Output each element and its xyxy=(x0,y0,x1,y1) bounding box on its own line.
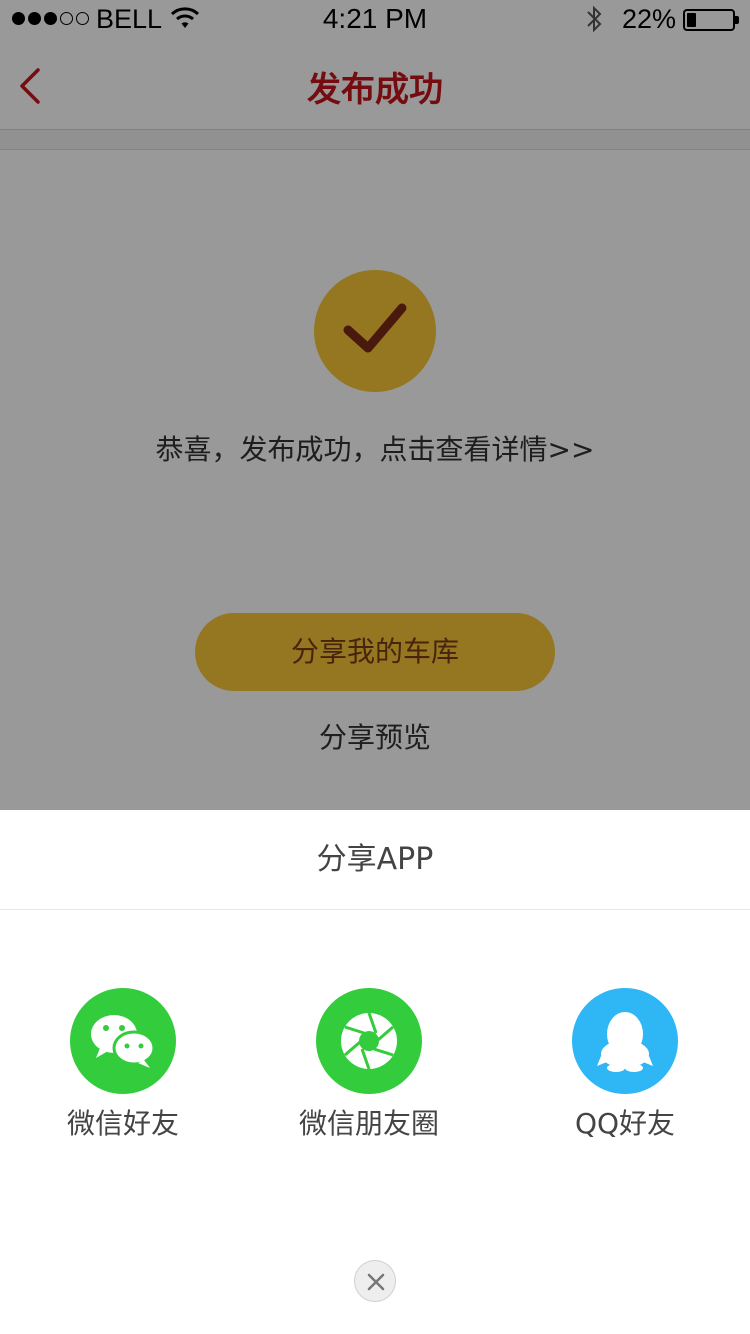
share-wechat-friend[interactable]: 微信好友 xyxy=(23,988,223,1148)
publish-success-page: BELL 4:21 PM 22% 发布成功 恭喜，发布成功，点击查看详情>> 分… xyxy=(0,0,750,1334)
wechat-moments-icon[interactable] xyxy=(316,988,422,1094)
share-wechat-moments[interactable]: 微信朋友圈 xyxy=(269,988,469,1148)
modal-overlay[interactable] xyxy=(0,0,750,810)
close-icon[interactable] xyxy=(354,1260,396,1302)
share-sheet-title: 分享APP xyxy=(0,810,750,910)
share-option-label: QQ好友 xyxy=(574,1107,676,1140)
share-option-label: 微信好友 xyxy=(66,1107,179,1140)
wechat-icon[interactable] xyxy=(70,988,176,1094)
qq-icon[interactable] xyxy=(572,988,678,1094)
share-qq-friend[interactable]: QQ好友 xyxy=(525,988,725,1148)
share-option-label: 微信朋友圈 xyxy=(298,1107,439,1140)
share-sheet: 分享APP 微信好友 微信朋友圈 QQ好友 xyxy=(0,810,750,1334)
